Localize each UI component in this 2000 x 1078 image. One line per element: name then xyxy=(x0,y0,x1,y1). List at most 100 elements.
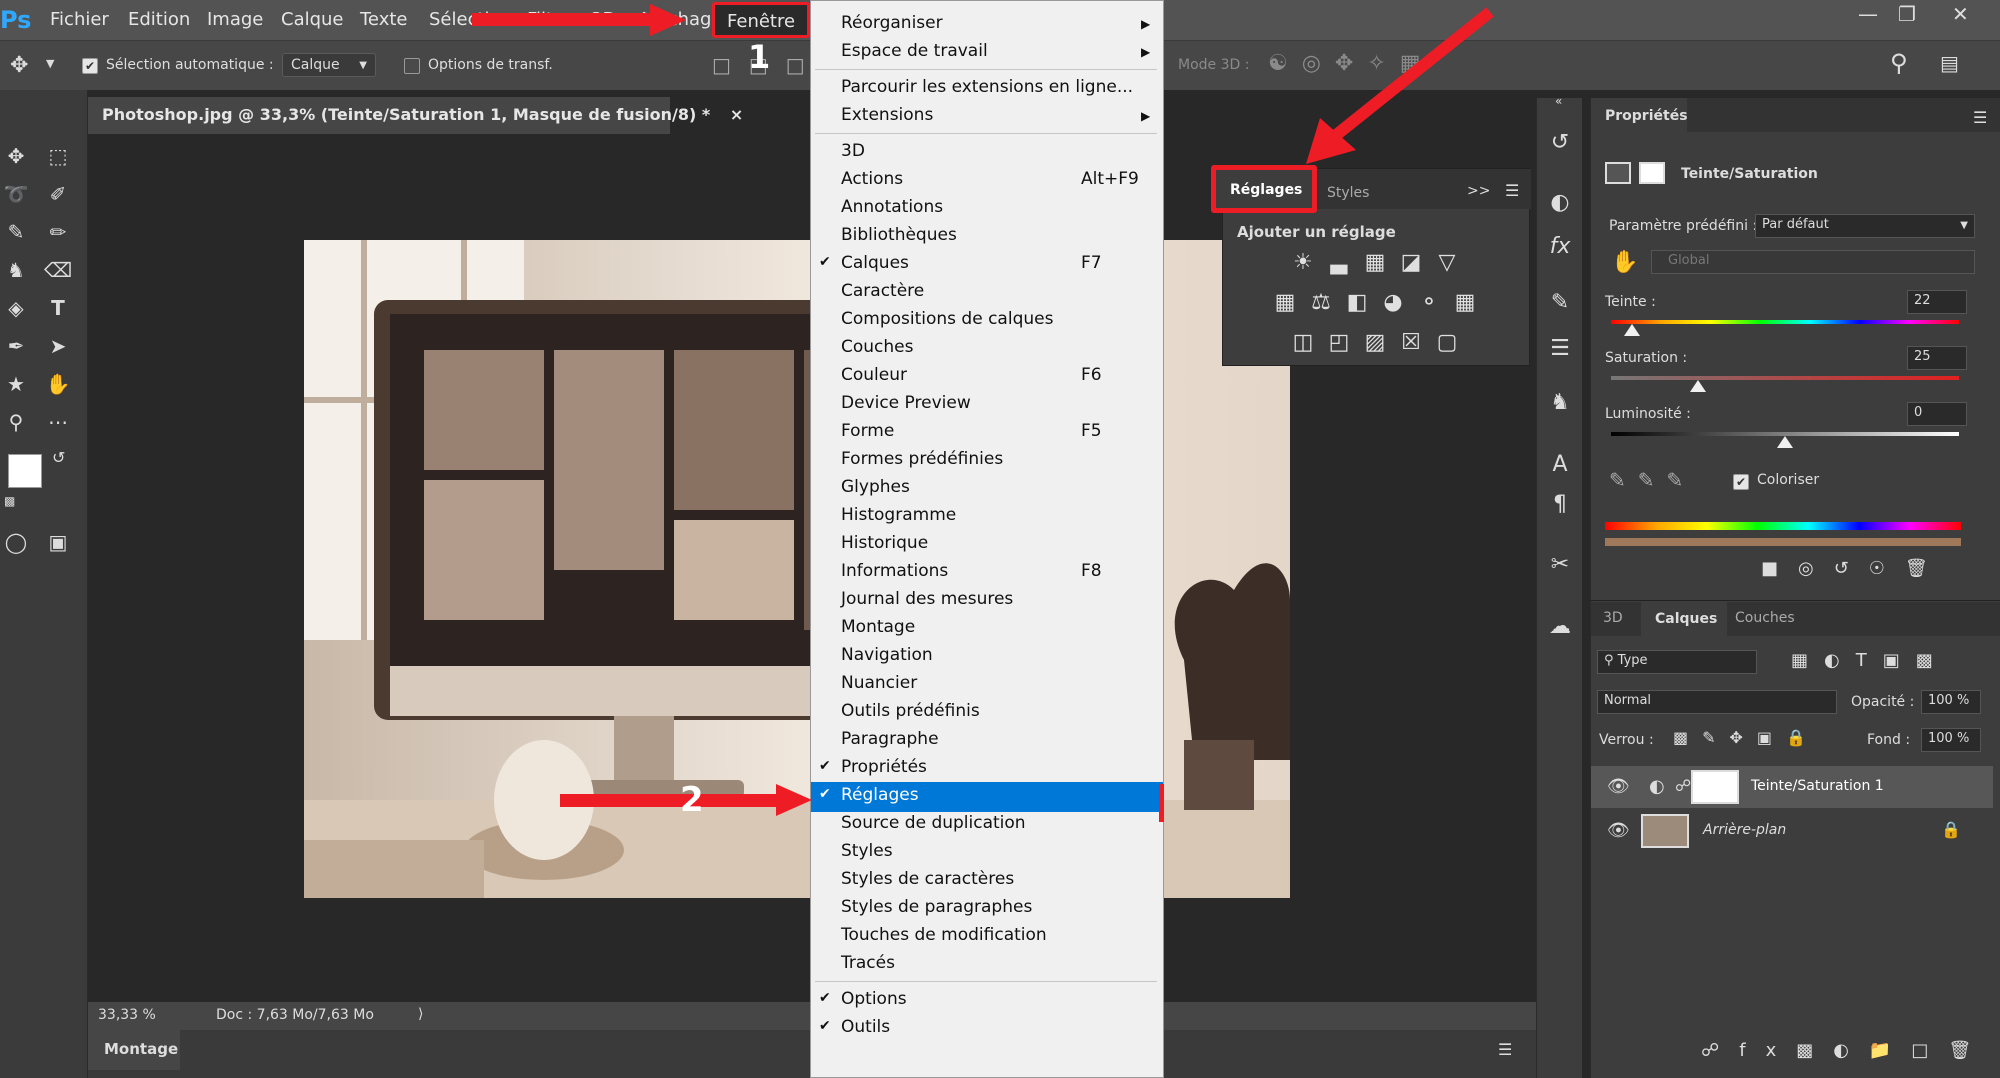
type-tool-icon[interactable]: T xyxy=(42,292,74,324)
transform-checkbox[interactable] xyxy=(404,56,420,74)
zoom-level[interactable]: 33,33 % xyxy=(98,1007,156,1023)
move-tool-icon[interactable]: ✥ xyxy=(0,140,32,172)
properties-footer-icons[interactable]: ■◎↺☉🗑 xyxy=(1761,558,1948,579)
auto-select-checkbox[interactable] xyxy=(82,56,98,74)
exposure-icon[interactable]: ◪ xyxy=(1397,249,1425,277)
tab-3d[interactable]: 3D xyxy=(1603,610,1623,626)
color-balance-icon[interactable]: ⚖ xyxy=(1307,289,1335,317)
menu-fichier[interactable]: Fichier xyxy=(50,9,109,30)
swap-colors-icon[interactable]: ↺ xyxy=(52,448,65,467)
lasso-tool-icon[interactable]: ➰ xyxy=(0,178,32,210)
preset-dropdown[interactable]: Par défaut ▼ xyxy=(1755,214,1975,238)
paragraph-icon[interactable]: ¶ xyxy=(1545,490,1575,520)
marquee-tool-icon[interactable]: ⬚ xyxy=(42,140,74,172)
layer-name[interactable]: Teinte/Saturation 1 xyxy=(1751,778,1884,794)
custom-shape-icon[interactable]: ★ xyxy=(0,368,32,400)
screen-mode-icon[interactable]: ▣ xyxy=(42,526,74,558)
photo-filter-icon[interactable]: ◕ xyxy=(1379,289,1407,317)
document-tab[interactable]: Photoshop.jpg @ 33,3% (Teinte/Saturation… xyxy=(88,97,743,134)
menu-item-device-preview[interactable]: Device Preview xyxy=(811,391,1163,419)
target-adjust-icon[interactable]: ✋ xyxy=(1611,250,1638,275)
menu-texte[interactable]: Texte xyxy=(360,9,407,30)
menu-item-espace-de-travail[interactable]: Espace de travail ▶ xyxy=(811,39,1163,67)
collapse-icon[interactable]: « xyxy=(1555,94,1562,108)
mask-icon[interactable] xyxy=(1639,162,1665,184)
menu-item-informations[interactable]: Informations F8 xyxy=(811,559,1163,587)
fill-input[interactable]: 100 % xyxy=(1921,728,1981,752)
menu-item-tracés[interactable]: Tracés xyxy=(811,951,1163,979)
default-colors-icon[interactable]: ▩ xyxy=(4,494,15,508)
hue-slider-track[interactable] xyxy=(1611,320,1959,324)
colorize-checkbox[interactable] xyxy=(1733,472,1749,490)
status-expand-icon[interactable]: ⟩ xyxy=(418,1006,423,1022)
menu-item-extensions[interactable]: Extensions ▶ xyxy=(811,103,1163,131)
visibility-eye-icon[interactable]: 👁 xyxy=(1607,776,1630,797)
menu-calque[interactable]: Calque xyxy=(281,9,344,30)
menu-item-annotations[interactable]: Annotations xyxy=(811,195,1163,223)
panel-menu-icon[interactable]: ☰ xyxy=(1505,181,1519,200)
menu-item-navigation[interactable]: Navigation xyxy=(811,643,1163,671)
menu-item-outils-prédéfinis[interactable]: Outils prédéfinis xyxy=(811,699,1163,727)
color-lookup-icon[interactable]: ▦ xyxy=(1451,289,1479,317)
menu-image[interactable]: Image xyxy=(207,9,263,30)
layer-row[interactable]: 👁 Arrière-plan 🔒 xyxy=(1591,810,1993,852)
posterize-icon[interactable]: ◰ xyxy=(1325,329,1353,357)
minimize-icon[interactable]: — xyxy=(1858,2,1878,26)
menu-item-glyphes[interactable]: Glyphes xyxy=(811,475,1163,503)
eyedropper-icons[interactable]: ✎✎✎ xyxy=(1609,468,1695,492)
menu-item-histogramme[interactable]: Histogramme xyxy=(811,503,1163,531)
menu-item-montage[interactable]: Montage xyxy=(811,615,1163,643)
saturation-slider-track[interactable] xyxy=(1611,376,1959,380)
bucket-icon[interactable]: ◈ xyxy=(0,292,32,324)
close-tab-icon[interactable]: × xyxy=(730,105,743,124)
menu-item-réorganiser[interactable]: Réorganiser ▶ xyxy=(811,11,1163,39)
menu-item-3d[interactable]: 3D xyxy=(811,139,1163,167)
character-icon[interactable]: A xyxy=(1545,450,1575,480)
menu-item-styles-de-paragraphes[interactable]: Styles de paragraphes xyxy=(811,895,1163,923)
menu-item-actions[interactable]: Actions Alt+F9 xyxy=(811,167,1163,195)
menu-item-parcourir-les-extensions-en-ligne-[interactable]: Parcourir les extensions en ligne... xyxy=(811,75,1163,103)
tab-calques[interactable]: Calques xyxy=(1641,602,1727,636)
layer-row[interactable]: 👁 ◐ ☍ Teinte/Saturation 1 xyxy=(1591,766,1993,808)
menu-item-bibliothèques[interactable]: Bibliothèques xyxy=(811,223,1163,251)
menu-item-propriétés[interactable]: ✔ Propriétés xyxy=(811,755,1163,783)
menu-item-caractère[interactable]: Caractère xyxy=(811,279,1163,307)
vibrance-icon[interactable]: ▽ xyxy=(1433,249,1461,277)
invert-icon[interactable]: ◫ xyxy=(1289,329,1317,357)
tab-couches[interactable]: Couches xyxy=(1735,610,1795,626)
menu-item-touches-de-modification[interactable]: Touches de modification xyxy=(811,923,1163,951)
montage-tab[interactable]: Montage xyxy=(88,1030,180,1070)
selective-color-icon[interactable]: ☒ xyxy=(1397,329,1425,357)
menu-item-paragraphe[interactable]: Paragraphe xyxy=(811,727,1163,755)
search-icon[interactable]: ⚲ xyxy=(1890,49,1908,77)
stamp-icon[interactable]: ♞ xyxy=(0,254,32,286)
move-tool-icon[interactable]: ✥ xyxy=(10,53,28,78)
auto-select-dropdown[interactable]: Calque ▼ xyxy=(282,53,376,77)
chevron-down-icon[interactable]: ▼ xyxy=(46,57,54,70)
menu-item-historique[interactable]: Historique xyxy=(811,531,1163,559)
opacity-input[interactable]: 100 % xyxy=(1921,690,1981,714)
layer-filter-icons[interactable]: ▦◐T▣▩ xyxy=(1791,650,1949,671)
menu-item-calques[interactable]: ✔ Calques F7 xyxy=(811,251,1163,279)
lightness-input[interactable]: 0 xyxy=(1907,402,1967,426)
hue-slider-thumb[interactable] xyxy=(1623,324,1640,336)
hue-input[interactable]: 22 xyxy=(1907,290,1967,314)
menu-edition[interactable]: Edition xyxy=(128,9,190,30)
panel-menu-icon[interactable]: ☰ xyxy=(1973,108,1987,127)
styles-fx-icon[interactable]: fx xyxy=(1545,232,1575,262)
panel-collapse-icon[interactable]: >> xyxy=(1467,183,1490,199)
layer-thumbnail[interactable] xyxy=(1641,814,1689,848)
brush-icon[interactable]: ✏ xyxy=(42,216,74,248)
menu-item-couches[interactable]: Couches xyxy=(811,335,1163,363)
menu-item-nuancier[interactable]: Nuancier xyxy=(811,671,1163,699)
menu-item-options[interactable]: ✔ Options xyxy=(811,987,1163,1015)
foreground-color[interactable] xyxy=(8,454,42,488)
menu-item-compositions-de-calques[interactable]: Compositions de calques xyxy=(811,307,1163,335)
brush-presets-icon[interactable]: ✎ xyxy=(1545,288,1575,318)
brush-settings-icon[interactable]: ☰ xyxy=(1545,334,1575,364)
visibility-eye-icon[interactable]: 👁 xyxy=(1607,820,1630,841)
levels-icon[interactable]: ▃ xyxy=(1325,249,1353,277)
menu-item-forme[interactable]: Forme F5 xyxy=(811,419,1163,447)
quick-select-icon[interactable]: ✐ xyxy=(42,178,74,210)
curves-icon[interactable]: ▦ xyxy=(1361,249,1389,277)
